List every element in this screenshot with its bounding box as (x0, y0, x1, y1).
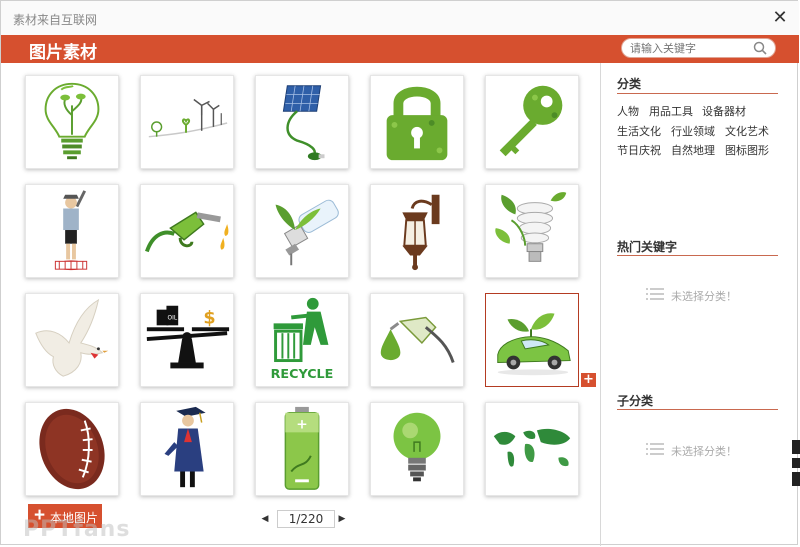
street-lamp-icon (402, 194, 440, 271)
fuel-nozzle-icon (145, 211, 229, 253)
thumb-white-dove[interactable] (25, 293, 119, 387)
fuel-drop-icon (380, 316, 455, 363)
category-item[interactable]: 生活文化 (617, 123, 661, 139)
thumb-spiral-bulb-leaves[interactable] (485, 184, 579, 278)
category-divider (617, 93, 778, 94)
thumb-leaf-padlock[interactable] (370, 75, 464, 169)
category-title: 分类 (617, 77, 642, 91)
list-icon (646, 288, 664, 300)
category-item[interactable]: 节日庆祝 (617, 142, 661, 158)
list-icon (646, 443, 664, 455)
subcategory-empty: 未选择分类！ (645, 440, 785, 460)
edge-fragment (792, 440, 800, 486)
title-bar: 素材来自互联网 ✕ (1, 1, 799, 35)
svg-text:OIL: OIL (168, 315, 178, 321)
search-box[interactable] (621, 38, 776, 58)
search-icon[interactable] (753, 41, 767, 55)
person-icon (54, 190, 88, 271)
page-indicator[interactable]: 1/220 (277, 510, 335, 528)
category-item[interactable]: 设备器材 (702, 103, 746, 119)
thumb-fuel-nozzle[interactable] (140, 184, 234, 278)
solar-panel-icon (282, 85, 325, 161)
graduate-icon (164, 406, 206, 488)
hot-keywords-title: 热门关键字 (617, 240, 678, 254)
thumb-lightbulb-with-plant[interactable] (25, 75, 119, 169)
add-to-slide-button[interactable]: + (581, 373, 596, 387)
dialog-window: 素材来自互联网 ✕ 图片素材 请输入关键字 OIL $ RECYCLE + + … (0, 0, 799, 546)
empty-text: 未选择分类！ (671, 445, 737, 458)
eco-car-icon (497, 313, 571, 376)
empty-text: 未选择分类！ (671, 290, 737, 303)
thumb-green-fuel-nozzle-drop[interactable] (370, 293, 464, 387)
lightbulb-plant-icon (44, 82, 100, 160)
subcategory-title: 子分类 (617, 394, 654, 408)
prev-page-icon[interactable]: ◀ (259, 511, 271, 527)
svg-text:RECYCLE: RECYCLE (271, 366, 334, 381)
svg-text:+: + (296, 416, 307, 432)
recycle-icon: RECYCLE (271, 297, 334, 381)
watermark: PPTfans (23, 517, 131, 542)
cfl-bulb-icon (275, 199, 339, 266)
scale-icon: OIL $ (146, 305, 230, 369)
thumb-green-lightbulb[interactable] (370, 402, 464, 496)
thumb-leaf-key[interactable] (485, 75, 579, 169)
world-map-icon (493, 428, 571, 467)
image-grid: OIL $ RECYCLE + (9, 67, 599, 542)
svg-text:$: $ (203, 308, 215, 328)
thumb-recycle-bin-figure[interactable]: RECYCLE (255, 293, 349, 387)
category-item[interactable]: 行业领域 (671, 123, 715, 139)
source-label: 素材来自互联网 (13, 13, 98, 27)
lightbulb-icon (393, 412, 441, 482)
next-page-icon[interactable]: ▶ (336, 511, 348, 527)
battery-icon: + (284, 406, 320, 490)
dove-icon (35, 298, 109, 377)
category-item[interactable]: 用品工具 (649, 103, 693, 119)
category-item[interactable]: 图标图形 (725, 142, 769, 158)
hot-keywords-divider (617, 255, 778, 256)
category-item[interactable]: 人物 (617, 103, 639, 119)
key-icon (499, 85, 563, 157)
page-title: 图片素材 (29, 43, 97, 63)
football-icon (39, 408, 105, 490)
thumb-graduate[interactable] (140, 402, 234, 496)
header-bar: 图片素材 (1, 35, 799, 63)
search-input[interactable] (630, 40, 745, 56)
category-item[interactable]: 自然地理 (671, 142, 715, 158)
spiral-bulb-icon (495, 192, 567, 262)
thumb-green-battery[interactable]: + (255, 402, 349, 496)
sidebar: 分类 人物 用品工具 设备器材 生活文化 行业领域 文化艺术 节日庆祝 自然地理… (601, 63, 799, 546)
thumb-wind-turbines[interactable] (140, 75, 234, 169)
thumb-eco-car[interactable] (485, 293, 579, 387)
hot-keywords-empty: 未选择分类！ (645, 285, 785, 305)
padlock-icon (386, 86, 448, 161)
thumb-green-world-map[interactable] (485, 402, 579, 496)
close-icon[interactable]: ✕ (769, 7, 791, 29)
thumb-football[interactable] (25, 402, 119, 496)
thumb-cfl-bulb-plant[interactable] (255, 184, 349, 278)
thumb-solar-panel-plug[interactable] (255, 75, 349, 169)
thumb-street-lamp[interactable] (370, 184, 464, 278)
subcategory-divider (617, 409, 778, 410)
thumb-traffic-officer[interactable] (25, 184, 119, 278)
category-item[interactable]: 文化艺术 (725, 123, 769, 139)
thumb-oil-vs-dollar-scale[interactable]: OIL $ (140, 293, 234, 387)
wind-turbines-icon (148, 98, 228, 138)
